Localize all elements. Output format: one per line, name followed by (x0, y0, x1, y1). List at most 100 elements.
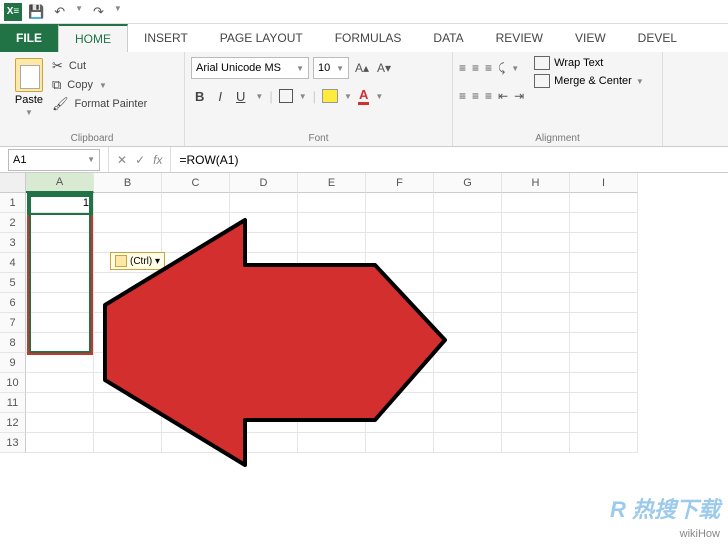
cell[interactable] (230, 293, 298, 313)
row-header[interactable]: 5 (0, 273, 26, 293)
cell[interactable] (230, 353, 298, 373)
column-header[interactable]: C (162, 173, 230, 193)
cell[interactable] (502, 393, 570, 413)
cell[interactable] (570, 293, 638, 313)
cell-a1[interactable]: 1 (26, 193, 94, 213)
cell[interactable] (434, 313, 502, 333)
row-header[interactable]: 2 (0, 213, 26, 233)
undo-more-icon[interactable]: ▼ (75, 4, 83, 20)
row-header[interactable]: 12 (0, 413, 26, 433)
cell[interactable] (502, 193, 570, 213)
paste-more-icon[interactable]: ▼ (25, 108, 33, 117)
grow-font-button[interactable]: A▴ (353, 61, 371, 75)
cell[interactable] (366, 233, 434, 253)
cell[interactable] (434, 413, 502, 433)
cell[interactable] (298, 373, 366, 393)
cell[interactable] (162, 353, 230, 373)
cell[interactable] (26, 313, 94, 333)
cell[interactable] (570, 393, 638, 413)
cell[interactable] (298, 253, 366, 273)
align-center-button[interactable]: ≡ (472, 89, 479, 103)
tab-file[interactable]: FILE (0, 24, 58, 52)
cell[interactable] (230, 233, 298, 253)
row-header[interactable]: 11 (0, 393, 26, 413)
cut-button[interactable]: ✂Cut (52, 58, 147, 74)
save-icon[interactable]: 💾 (28, 4, 44, 20)
cell[interactable] (570, 433, 638, 453)
cell[interactable] (162, 373, 230, 393)
cell[interactable] (94, 433, 162, 453)
cell[interactable] (162, 413, 230, 433)
cell[interactable] (94, 213, 162, 233)
cell[interactable] (434, 433, 502, 453)
shrink-font-button[interactable]: A▾ (375, 61, 393, 75)
cell[interactable] (502, 213, 570, 233)
cell[interactable] (502, 413, 570, 433)
cell[interactable] (570, 353, 638, 373)
cell[interactable] (366, 253, 434, 273)
row-header[interactable]: 6 (0, 293, 26, 313)
cell[interactable] (434, 193, 502, 213)
column-header[interactable]: G (434, 173, 502, 193)
cell[interactable] (502, 433, 570, 453)
paste-options-button[interactable]: (Ctrl) ▾ (110, 252, 165, 270)
align-bottom-button[interactable]: ≡ (485, 61, 492, 75)
cell[interactable] (26, 373, 94, 393)
font-name-combo[interactable]: Arial Unicode MS▼ (191, 57, 309, 79)
row-header[interactable]: 3 (0, 233, 26, 253)
cell[interactable] (298, 233, 366, 253)
cell[interactable] (26, 253, 94, 273)
cell[interactable] (434, 253, 502, 273)
cell[interactable] (162, 433, 230, 453)
column-header[interactable]: B (94, 173, 162, 193)
cell[interactable] (298, 393, 366, 413)
undo-icon[interactable]: ↶ (54, 4, 65, 20)
fx-icon[interactable]: fx (153, 153, 162, 167)
align-top-button[interactable]: ≡ (459, 61, 466, 75)
row-header[interactable]: 7 (0, 313, 26, 333)
format-painter-button[interactable]: 🖌Format Painter (52, 96, 147, 112)
cell[interactable] (162, 333, 230, 353)
cell[interactable] (366, 353, 434, 373)
column-header[interactable]: A (26, 173, 94, 193)
cell[interactable] (26, 353, 94, 373)
redo-icon[interactable]: ↷ (93, 4, 104, 20)
cell[interactable] (94, 333, 162, 353)
cell[interactable] (26, 333, 94, 353)
row-header[interactable]: 9 (0, 353, 26, 373)
cell[interactable] (230, 273, 298, 293)
align-middle-button[interactable]: ≡ (472, 61, 479, 75)
cell[interactable] (434, 233, 502, 253)
cell[interactable] (366, 313, 434, 333)
font-size-combo[interactable]: 10▼ (313, 57, 349, 79)
tab-formulas[interactable]: FORMULAS (319, 24, 418, 52)
column-header[interactable]: D (230, 173, 298, 193)
row-header[interactable]: 4 (0, 253, 26, 273)
cell[interactable] (26, 273, 94, 293)
cell[interactable] (94, 313, 162, 333)
borders-button[interactable] (279, 89, 293, 103)
cell[interactable] (570, 273, 638, 293)
cell[interactable] (94, 293, 162, 313)
align-left-button[interactable]: ≡ (459, 89, 466, 103)
cell[interactable] (298, 353, 366, 373)
cell[interactable] (230, 373, 298, 393)
paste-button[interactable]: Paste ▼ (6, 56, 52, 117)
formula-input[interactable]: =ROW(A1) (171, 153, 728, 167)
cell[interactable] (94, 373, 162, 393)
cell[interactable] (298, 313, 366, 333)
name-box[interactable]: A1▼ (8, 149, 100, 171)
cell[interactable] (434, 353, 502, 373)
cell[interactable] (26, 233, 94, 253)
merge-center-button[interactable]: Merge & Center▼ (534, 74, 644, 88)
cell[interactable] (162, 393, 230, 413)
cell[interactable] (26, 433, 94, 453)
cell[interactable] (162, 313, 230, 333)
tab-data[interactable]: DATA (417, 24, 479, 52)
orientation-button[interactable]: ⤹ (498, 61, 505, 76)
cell[interactable] (366, 193, 434, 213)
cell[interactable] (570, 333, 638, 353)
bold-button[interactable]: B (191, 89, 208, 104)
copy-button[interactable]: ⧉Copy▼ (52, 77, 147, 93)
row-header[interactable]: 1 (0, 193, 26, 213)
